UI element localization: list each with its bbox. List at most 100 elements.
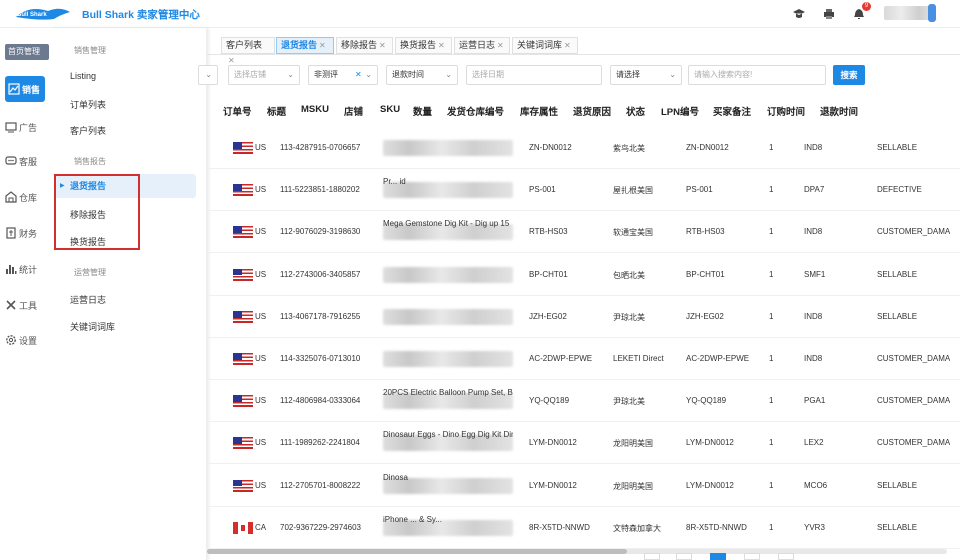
close-icon[interactable]: ✕ xyxy=(228,56,235,65)
cell-order: 702-9367229-2974603 xyxy=(280,522,361,532)
column-header[interactable]: SKU xyxy=(380,104,400,120)
sidebar-item-label: 仓库 xyxy=(19,192,38,203)
graduation-cap-icon[interactable] xyxy=(792,7,806,21)
store-select[interactable]: 选择店铺 ⌄ xyxy=(228,65,300,85)
sidebar-item-ads[interactable]: 广告 xyxy=(5,114,45,140)
test-filter-select[interactable]: 非测评 ✕ ⌄ xyxy=(308,65,378,85)
sidebar-item-home[interactable]: 首页管理 xyxy=(5,44,49,60)
column-header[interactable]: MSKU xyxy=(301,104,329,120)
tab-exchanges[interactable]: 换货报告 ✕ xyxy=(395,37,452,54)
product-title[interactable]: 20PCS Electric Balloon Pump Set, Bal xyxy=(383,388,513,397)
tab-keywords[interactable]: 关键词词库 ✕ xyxy=(512,37,578,54)
scrollbar-thumb[interactable] xyxy=(207,549,627,554)
cell-qty: 1 xyxy=(769,227,774,237)
table-row[interactable]: US 20PCS Electric Balloon Pump Set, Bal 11… xyxy=(207,380,960,423)
filter-prev[interactable]: ⌄ xyxy=(198,65,218,85)
sidebar-item-settings[interactable]: 设置 xyxy=(5,327,45,353)
pager-button[interactable] xyxy=(744,553,760,560)
table-row[interactable]: US Dinosaur Eggs - Dino Egg Dig Kit Din 11… xyxy=(207,422,960,465)
column-header[interactable]: 数量 xyxy=(413,104,432,120)
cell-qty: 1 xyxy=(769,143,774,152)
column-header[interactable]: 店铺 xyxy=(344,104,363,120)
close-icon[interactable]: ✕ xyxy=(497,41,504,50)
pager-button-current[interactable] xyxy=(710,553,726,560)
table-row[interactable]: CA iPhone ... & Sy... 702-9367229-2974603 8… xyxy=(207,507,960,549)
date-picker[interactable]: 选择日期 xyxy=(466,65,602,85)
subnav-item-listing[interactable]: Listing xyxy=(70,71,96,81)
bull-shark-logo[interactable]: Bull Shark xyxy=(14,3,72,23)
table-row[interactable]: US 113-4287915-0706657 ZN-DN0012 紫鸟北美 ZN-DN0… xyxy=(207,127,960,169)
printer-icon[interactable] xyxy=(822,7,836,21)
product-title[interactable]: iPhone ... & Sy... xyxy=(383,515,513,524)
column-header[interactable]: 订购时间 xyxy=(767,104,805,120)
cell-store: LEKETI Direct xyxy=(613,354,664,363)
column-header[interactable]: 退款时间 xyxy=(820,104,858,120)
sidebar-item-stats[interactable]: 统计 xyxy=(5,256,45,282)
table-row[interactable]: US 113-4067178-7916255 JZH-EG02 尹琼北美 JZH-EG0… xyxy=(207,296,960,338)
sidebar-item-service[interactable]: 客服 xyxy=(5,148,45,174)
cell-store: 尹琼北美 xyxy=(613,312,645,322)
tab-returns[interactable]: 退货报告 ✕ xyxy=(276,37,334,54)
search-button[interactable]: 搜索 xyxy=(833,65,865,85)
tab-customers[interactable]: 客户列表✕ xyxy=(221,37,275,65)
cell-order: 114-3325076-0713010 xyxy=(280,354,361,363)
column-header[interactable]: 订单号 xyxy=(223,104,252,120)
sidebar-item-tools[interactable]: 工具 xyxy=(5,292,45,318)
tab-ops-log[interactable]: 运营日志 ✕ xyxy=(454,37,510,54)
sidebar-item-label: 设置 xyxy=(19,335,38,346)
pager-button[interactable] xyxy=(676,553,692,560)
column-header[interactable]: 发货仓库编号 xyxy=(447,104,504,120)
clear-icon[interactable]: ✕ xyxy=(355,66,362,84)
close-icon[interactable]: ✕ xyxy=(319,41,326,50)
sidebar-item-warehouse[interactable]: 仓库 xyxy=(5,184,45,210)
table-row[interactable]: US Mega Gemstone Dig Kit - Dig up 15 112-9… xyxy=(207,211,960,254)
product-title[interactable]: Mega Gemstone Dig Kit - Dig up 15 xyxy=(383,219,513,228)
subnav-item-keywords[interactable]: 关键词词库 xyxy=(70,320,115,333)
column-header[interactable]: 标题 xyxy=(267,104,286,120)
table-row[interactable]: US Dinosa 112-2705701-8008222 LYM-DN0012 龙阳明… xyxy=(207,465,960,507)
cell-order: 112-2743006-3405857 xyxy=(280,269,361,279)
table-row[interactable]: US 114-3325076-0713010 AC-2DWP-EPWE LEKETI … xyxy=(207,338,960,380)
cell-msku: AC-2DWP-EPWE xyxy=(529,354,593,363)
country-code: US xyxy=(255,269,267,279)
us-flag-icon xyxy=(233,142,253,154)
cell-store: 软通宝美国 xyxy=(613,228,653,238)
subnav-item-customers[interactable]: 客户列表 xyxy=(70,124,106,137)
subnav-item-ops-log[interactable]: 运营日志 xyxy=(70,293,106,306)
cell-qty: 1 xyxy=(769,185,774,195)
tab-removals[interactable]: 移除报告 ✕ xyxy=(336,37,393,54)
us-flag-icon xyxy=(233,310,253,323)
column-header[interactable]: 买家备注 xyxy=(713,104,751,120)
column-header[interactable]: 退货原因 xyxy=(573,104,611,120)
close-icon[interactable]: ✕ xyxy=(438,41,445,50)
table-row[interactable]: US Pr... id 111-5223851-1880202 PS-001 屋扎根美国… xyxy=(207,169,960,212)
close-icon[interactable]: ✕ xyxy=(564,41,571,50)
sidebar-item-sales[interactable]: 销售 xyxy=(5,76,45,102)
product-title[interactable]: Dinosaur Eggs - Dino Egg Dig Kit Din xyxy=(383,430,513,439)
column-header[interactable]: 状态 xyxy=(626,104,645,120)
country-code: US xyxy=(255,354,267,363)
table-row[interactable]: US 112-2743006-3405857 BP-CHT01 包晒北美 BP-CHT0… xyxy=(207,254,960,296)
time-type-select[interactable]: 退款时间 ⌄ xyxy=(386,65,458,85)
column-header[interactable]: 库存属性 xyxy=(520,104,558,120)
cell-reason: SELLABLE xyxy=(877,143,918,152)
pager-button[interactable] xyxy=(644,553,660,560)
column-header[interactable]: LPN编号 xyxy=(661,104,699,120)
option-select[interactable]: 请选择 ⌄ xyxy=(610,65,682,85)
cell-store: 紫鸟北美 xyxy=(613,144,645,153)
sidebar-item-finance[interactable]: 财务 xyxy=(5,220,45,246)
chevron-down-icon: ⌄ xyxy=(287,70,294,79)
product-title[interactable]: Dinosa xyxy=(383,473,513,482)
country-code: CA xyxy=(255,522,267,532)
cell-store: 文特森加拿大 xyxy=(613,523,661,533)
product-title[interactable]: Pr... id xyxy=(383,177,513,186)
search-input[interactable]: 请输入搜索内容! xyxy=(688,65,826,85)
avatar[interactable] xyxy=(928,4,936,22)
subnav-item-orders[interactable]: 订单列表 xyxy=(70,98,106,111)
cell-order: 111-5223851-1880202 xyxy=(280,185,360,195)
cell-msku: YQ-QQ189 xyxy=(529,396,570,406)
close-icon[interactable]: ✕ xyxy=(379,41,386,50)
pager-button[interactable] xyxy=(778,553,794,560)
cell-wh: SMF1 xyxy=(804,269,826,279)
cell-reason: CUSTOMER_DAMA xyxy=(877,354,951,363)
